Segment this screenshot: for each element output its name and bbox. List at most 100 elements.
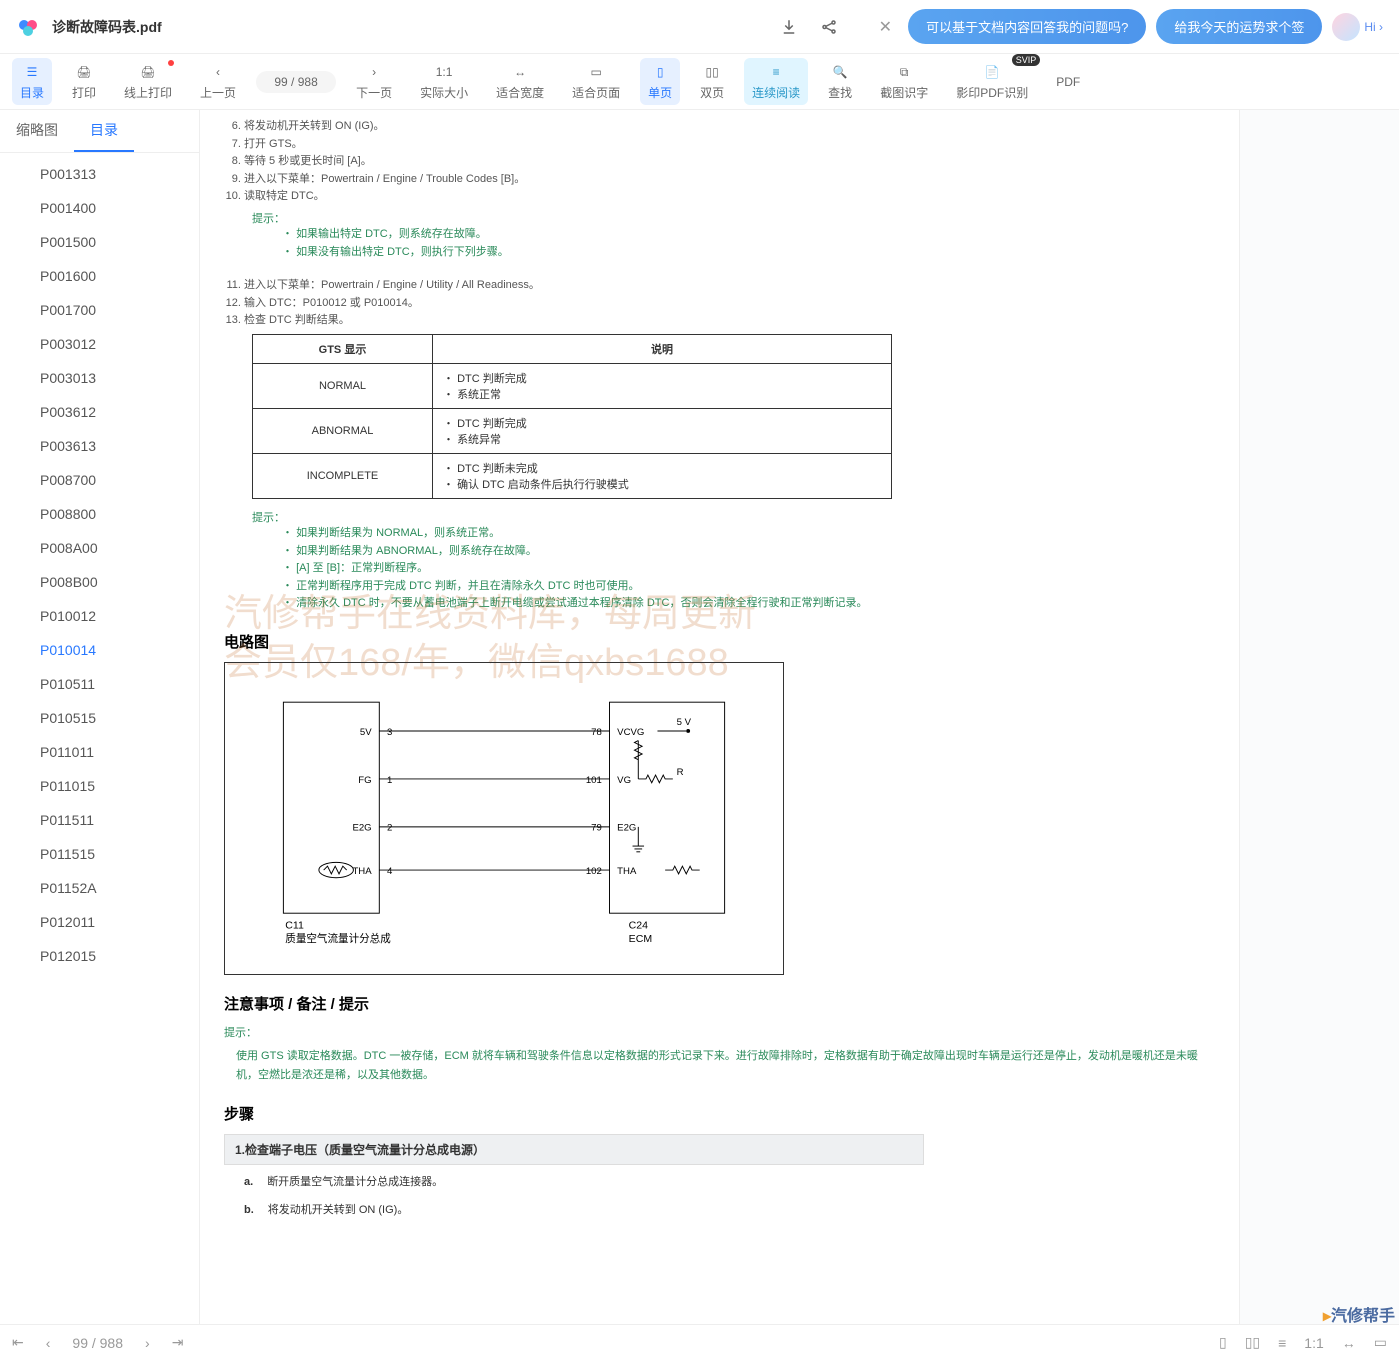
view-ratio-icon[interactable]: 1:1 (1304, 1335, 1323, 1351)
fit-page-icon: ▭ (586, 62, 606, 82)
tool-continuous[interactable]: ≡连续阅读 (744, 58, 808, 105)
double-page-icon: ▯▯ (702, 62, 722, 82)
svg-text:79: 79 (591, 823, 602, 834)
pdf-content: 汽修帮手在线资料库，每周更新会员仅168/年，微信qxbs1688 将发动机开关… (200, 110, 1239, 1324)
find-icon: 🔍 (830, 62, 850, 82)
svg-text:102: 102 (586, 866, 602, 877)
toc-item-P01152A[interactable]: P01152A (30, 871, 199, 905)
tool-online-print[interactable]: 🖨线上打印 (116, 58, 180, 105)
view-fitw-icon[interactable]: ↔ (1342, 1335, 1356, 1351)
tool-print[interactable]: 🖨打印 (64, 58, 104, 105)
tool-toc[interactable]: ☰目录 (12, 58, 52, 105)
circuit-heading: 电路图 (224, 631, 1215, 652)
footer-first-icon[interactable]: ⇤ (12, 1334, 24, 1351)
footer-last-icon[interactable]: ⇥ (172, 1334, 184, 1351)
svg-text:5 V: 5 V (677, 717, 692, 728)
share-icon[interactable] (817, 15, 841, 39)
tab-thumbnail[interactable]: 缩略图 (0, 110, 74, 152)
toc-icon: ☰ (22, 62, 42, 82)
toc-list: P001313P001400P001500P001600P001700P0030… (0, 153, 199, 1324)
tool-scan-pdf[interactable]: SVIP📄影印PDF识别 (948, 58, 1036, 105)
toc-item-P011515[interactable]: P011515 (30, 837, 199, 871)
page-input[interactable] (256, 71, 336, 93)
svg-text:THA: THA (617, 866, 637, 877)
svg-text:质量空气流量计分总成: 质量空气流量计分总成 (285, 932, 391, 945)
avatar-icon (1332, 13, 1360, 41)
tool-next-page[interactable]: ›下一页 (348, 58, 400, 105)
toc-item-P010012[interactable]: P010012 (30, 599, 199, 633)
step-1-bar: 1.检查端子电压（质量空气流量计分总成电源） (224, 1134, 924, 1165)
tool-actual-size[interactable]: 1:1实际大小 (412, 58, 476, 105)
scan-icon: 📄 (982, 62, 1002, 82)
toc-item-P011511[interactable]: P011511 (30, 803, 199, 837)
toc-item-P001500[interactable]: P001500 (30, 225, 199, 259)
right-panel (1239, 110, 1399, 1324)
hint-label-2: 提示： (252, 509, 1215, 525)
close-ai-icon[interactable]: ✕ (873, 17, 898, 37)
svg-text:101: 101 (586, 775, 602, 786)
toc-item-P011015[interactable]: P011015 (30, 769, 199, 803)
toc-item-P008A00[interactable]: P008A00 (30, 531, 199, 565)
toc-item-P003012[interactable]: P003012 (30, 327, 199, 361)
hint-label-1: 提示： (252, 210, 1215, 226)
footer-prev-icon[interactable]: ‹ (46, 1335, 51, 1351)
svg-text:THA: THA (352, 866, 372, 877)
tool-fit-page[interactable]: ▭适合页面 (564, 58, 628, 105)
step-1b: b.将发动机开关转到 ON (IG)。 (224, 1193, 1215, 1221)
hint-body-1: 如果输出特定 DTC，则系统存在故障。如果没有输出特定 DTC，则执行下列步骤。 (282, 226, 1215, 261)
tool-prev-page[interactable]: ‹上一页 (192, 58, 244, 105)
toc-item-P003013[interactable]: P003013 (30, 361, 199, 395)
procedure-steps-2: 进入以下菜单：Powertrain / Engine / Utility / A… (244, 277, 1215, 330)
tab-toc[interactable]: 目录 (74, 110, 134, 152)
toc-item-P011011[interactable]: P011011 (30, 735, 199, 769)
toc-item-P008800[interactable]: P008800 (30, 497, 199, 531)
circuit-diagram: 5V 3 78 VCVG 5 V FG 1 101 VG R E2G 2 79 … (224, 662, 784, 976)
svg-text:3: 3 (387, 727, 392, 738)
online-print-icon: 🖨 (138, 62, 158, 82)
toc-item-P010515[interactable]: P010515 (30, 701, 199, 735)
notes-heading: 注意事项 / 备注 / 提示 (224, 993, 1215, 1014)
view-double-icon[interactable]: ▯▯ (1245, 1334, 1260, 1351)
view-single-icon[interactable]: ▯ (1219, 1334, 1227, 1351)
svg-text:5V: 5V (360, 727, 372, 738)
ai-suggestion-2[interactable]: 给我今天的运势求个签 (1156, 9, 1322, 44)
toc-item-P001313[interactable]: P001313 (30, 157, 199, 191)
toc-item-P001600[interactable]: P001600 (30, 259, 199, 293)
gts-table: GTS 显示说明 NORMALDTC 判断完成系统正常ABNORMALDTC 判… (252, 334, 892, 499)
toc-item-P010014[interactable]: P010014 (30, 633, 199, 667)
note-body: 使用 GTS 读取定格数据。DTC 一被存储，ECM 就将车辆和驾驶条件信息以定… (236, 1047, 1215, 1084)
tool-pdf[interactable]: PDF (1048, 71, 1088, 93)
toc-item-P003612[interactable]: P003612 (30, 395, 199, 429)
footer-next-icon[interactable]: › (145, 1335, 150, 1351)
view-continuous-icon[interactable]: ≡ (1278, 1335, 1286, 1351)
document-title: 诊断故障码表.pdf (52, 17, 162, 37)
toc-item-P008700[interactable]: P008700 (30, 463, 199, 497)
toc-item-P008B00[interactable]: P008B00 (30, 565, 199, 599)
tool-find[interactable]: 🔍查找 (820, 58, 860, 105)
footer-page: 99 / 988 (72, 1335, 123, 1351)
toc-item-P012011[interactable]: P012011 (30, 905, 199, 939)
single-page-icon: ▯ (650, 62, 670, 82)
toc-item-P001700[interactable]: P001700 (30, 293, 199, 327)
tool-fit-width[interactable]: ↔适合宽度 (488, 58, 552, 105)
brand-logo: ▸汽修帮手 (1323, 1302, 1395, 1326)
download-icon[interactable] (777, 15, 801, 39)
procedure-steps-1: 将发动机开关转到 ON (IG)。打开 GTS。等待 5 秒或更长时间 [A]。… (244, 118, 1215, 206)
prev-icon: ‹ (208, 62, 228, 82)
ai-avatar[interactable]: Hi › (1332, 13, 1383, 41)
toc-item-P012015[interactable]: P012015 (30, 939, 199, 973)
next-icon: › (364, 62, 384, 82)
toc-item-P001400[interactable]: P001400 (30, 191, 199, 225)
svg-text:FG: FG (358, 775, 371, 786)
tool-double-page[interactable]: ▯▯双页 (692, 58, 732, 105)
view-fitp-icon[interactable]: ▭ (1374, 1334, 1387, 1351)
svg-text:C11: C11 (285, 919, 304, 931)
print-icon: 🖨 (74, 62, 94, 82)
svg-text:1: 1 (387, 775, 392, 786)
ai-suggestion-1[interactable]: 可以基于文档内容回答我的问题吗? (908, 9, 1146, 44)
tool-single-page[interactable]: ▯单页 (640, 58, 680, 105)
toc-item-P010511[interactable]: P010511 (30, 667, 199, 701)
app-logo (16, 15, 40, 39)
toc-item-P003613[interactable]: P003613 (30, 429, 199, 463)
tool-ocr[interactable]: ⧉截图识字 (872, 58, 936, 105)
